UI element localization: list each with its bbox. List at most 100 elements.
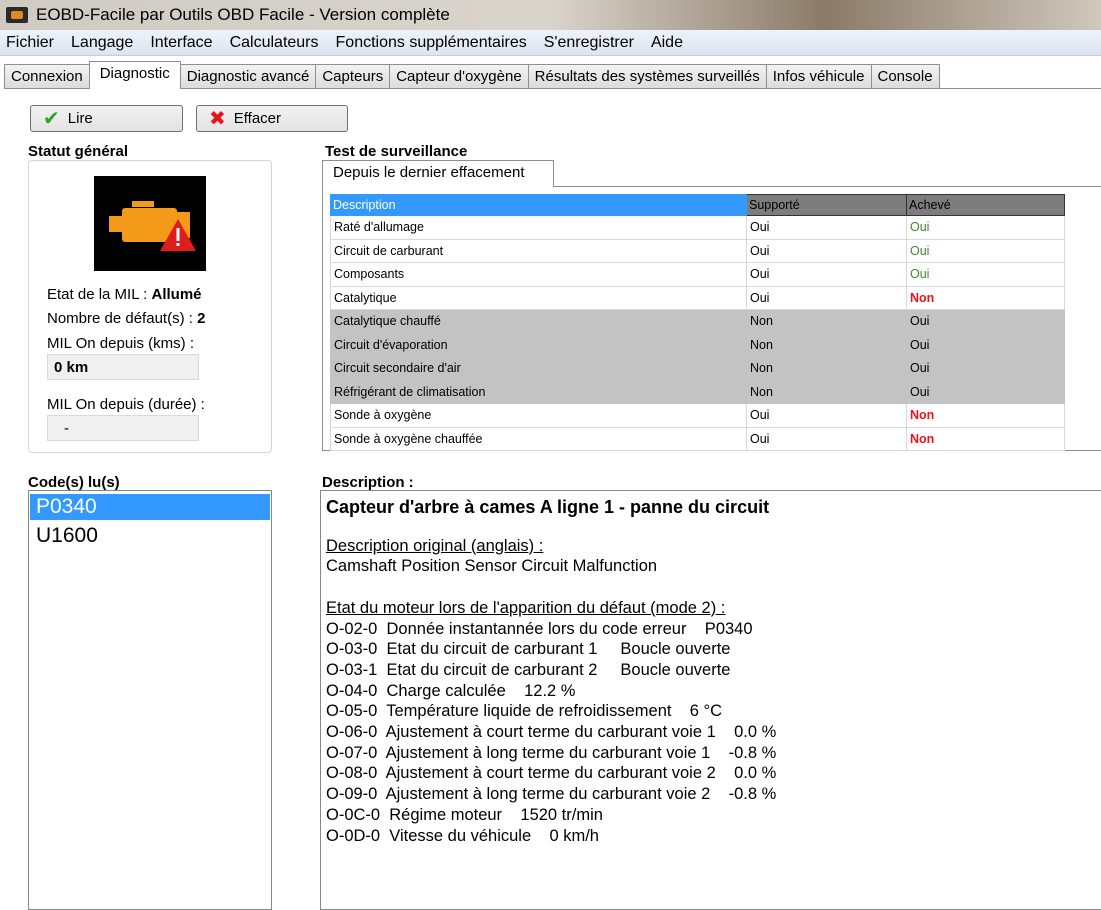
tab-infos-vehicule[interactable]: Infos véhicule bbox=[765, 64, 872, 88]
freeze-frame-line: O-03-0 Etat du circuit de carburant 1 Bo… bbox=[326, 640, 731, 659]
cell-supported: Oui bbox=[746, 285, 907, 310]
window-title: EOBD-Facile par Outils OBD Facile - Vers… bbox=[36, 5, 450, 24]
freeze-frame-line: O-02-0 Donnée instantannée lors du code … bbox=[326, 619, 753, 638]
monitor-table: Description Supporté Achevé Raté d'allum… bbox=[330, 194, 1065, 451]
menu-langage[interactable]: Langage bbox=[71, 34, 133, 52]
check-icon: ✔ bbox=[43, 107, 60, 130]
freeze-frame-list: O-02-0 Donnée instantannée lors du code … bbox=[326, 619, 1101, 847]
codes-list[interactable]: P0340 U1600 bbox=[28, 490, 272, 910]
cell-completed: Non bbox=[906, 403, 1065, 428]
cell-supported: Non bbox=[746, 309, 907, 334]
cell-completed: Oui bbox=[906, 309, 1065, 334]
table-row[interactable]: Sonde à oxygène Oui Non bbox=[330, 403, 1065, 428]
table-row[interactable]: Circuit secondaire d'air Non Oui bbox=[330, 356, 1065, 381]
tab-diagnostic-avance[interactable]: Diagnostic avancé bbox=[179, 64, 317, 88]
mil-km-label: MIL On depuis (kms) : bbox=[47, 335, 194, 352]
menu-aide[interactable]: Aide bbox=[651, 34, 683, 52]
cell-description: Catalytique bbox=[330, 285, 747, 310]
cell-supported: Oui bbox=[746, 238, 907, 263]
clear-button[interactable]: ✖ Effacer bbox=[196, 105, 348, 132]
description-box[interactable]: Capteur d'arbre à cames A ligne 1 - pann… bbox=[320, 490, 1101, 910]
menu-fichier[interactable]: Fichier bbox=[6, 34, 54, 52]
cell-completed: Oui bbox=[906, 379, 1065, 404]
cell-supported: Non bbox=[746, 356, 907, 381]
monitor-heading: Test de surveillance bbox=[325, 143, 468, 160]
title-bar: EOBD-Facile par Outils OBD Facile - Vers… bbox=[0, 0, 1101, 30]
close-icon: ✖ bbox=[209, 107, 226, 130]
tab-diagnostic[interactable]: Diagnostic bbox=[88, 61, 181, 89]
fault-title: Capteur d'arbre à cames A ligne 1 - pann… bbox=[326, 497, 770, 517]
freeze-frame-line: O-09-0 Ajustement à long terme du carbur… bbox=[326, 785, 777, 804]
cell-supported: Non bbox=[746, 332, 907, 357]
freeze-frame-line: O-07-0 Ajustement à long terme du carbur… bbox=[326, 743, 777, 762]
cell-completed: Oui bbox=[906, 215, 1065, 240]
freeze-frame-line: O-05-0 Température liquide de refroidiss… bbox=[326, 702, 723, 721]
cell-supported: Oui bbox=[746, 403, 907, 428]
col-description[interactable]: Description bbox=[330, 194, 747, 216]
tab-since-clear[interactable]: Depuis le dernier effacement bbox=[322, 160, 554, 187]
status-heading: Statut général bbox=[28, 143, 129, 160]
cell-description: Sonde à oxygène bbox=[330, 403, 747, 428]
fault-count: Nombre de défaut(s) : 2 bbox=[47, 310, 206, 327]
cell-description: Circuit de carburant bbox=[330, 238, 747, 263]
freeze-frame-line: O-04-0 Charge calculée 12.2 % bbox=[326, 681, 576, 700]
cell-description: Circuit d'évaporation bbox=[330, 332, 747, 357]
tab-capteur-oxygene[interactable]: Capteur d'oxygène bbox=[389, 64, 529, 88]
tab-resultats[interactable]: Résultats des systèmes surveillés bbox=[527, 64, 767, 88]
tab-console[interactable]: Console bbox=[870, 64, 940, 88]
table-row[interactable]: Réfrigérant de climatisation Non Oui bbox=[330, 379, 1065, 404]
menu-bar: Fichier Langage Interface Calculateurs F… bbox=[0, 30, 1101, 56]
freeze-frame-line: O-0D-0 Vitesse du véhicule 0 km/h bbox=[326, 826, 599, 845]
cell-completed: Non bbox=[906, 426, 1065, 451]
cell-supported: Oui bbox=[746, 426, 907, 451]
table-row[interactable]: Raté d'allumage Oui Oui bbox=[330, 215, 1065, 240]
table-row[interactable]: Circuit de carburant Oui Oui bbox=[330, 238, 1065, 263]
original-desc-text: Camshaft Position Sensor Circuit Malfunc… bbox=[326, 557, 658, 576]
freeze-frame-label: Etat du moteur lors de l'apparition du d… bbox=[326, 598, 726, 617]
menu-enregistrer[interactable]: S'enregistrer bbox=[544, 34, 634, 52]
menu-calculateurs[interactable]: Calculateurs bbox=[230, 34, 319, 52]
code-item[interactable]: P0340 bbox=[30, 494, 270, 520]
table-row[interactable]: Catalytique chauffé Non Oui bbox=[330, 309, 1065, 334]
mil-duration-field: - bbox=[47, 415, 199, 441]
freeze-frame-line: O-06-0 Ajustement à court terme du carbu… bbox=[326, 723, 777, 742]
menu-fonctions[interactable]: Fonctions supplémentaires bbox=[336, 34, 527, 52]
table-row[interactable]: Catalytique Oui Non bbox=[330, 285, 1065, 310]
table-row[interactable]: Circuit d'évaporation Non Oui bbox=[330, 332, 1065, 357]
cell-description: Catalytique chauffé bbox=[330, 309, 747, 334]
original-desc-label: Description original (anglais) : bbox=[326, 536, 544, 555]
cell-description: Raté d'allumage bbox=[330, 215, 747, 240]
freeze-frame-line: O-0C-0 Régime moteur 1520 tr/min bbox=[326, 805, 603, 824]
cell-supported: Oui bbox=[746, 262, 907, 287]
tab-capteurs[interactable]: Capteurs bbox=[315, 64, 391, 88]
cell-completed: Oui bbox=[906, 238, 1065, 263]
mil-state: Etat de la MIL : Allumé bbox=[47, 286, 202, 303]
menu-interface[interactable]: Interface bbox=[150, 34, 212, 52]
engine-warning-icon bbox=[94, 176, 206, 271]
tab-bar: Connexion Diagnostic Diagnostic avancé C… bbox=[4, 61, 940, 89]
read-button[interactable]: ✔ Lire bbox=[30, 105, 183, 132]
code-item[interactable]: U1600 bbox=[30, 523, 270, 549]
table-row[interactable]: Sonde à oxygène chauffée Oui Non bbox=[330, 426, 1065, 451]
freeze-frame-line: O-03-1 Etat du circuit de carburant 2 Bo… bbox=[326, 660, 731, 679]
table-row[interactable]: Composants Oui Oui bbox=[330, 262, 1065, 287]
col-completed[interactable]: Achevé bbox=[906, 194, 1065, 216]
cell-completed: Oui bbox=[906, 356, 1065, 381]
app-logo-icon bbox=[6, 7, 28, 23]
cell-description: Réfrigérant de climatisation bbox=[330, 379, 747, 404]
description-heading: Description : bbox=[322, 474, 414, 491]
codes-heading: Code(s) lu(s) bbox=[28, 474, 120, 491]
mil-km-field: 0 km bbox=[47, 354, 199, 380]
cell-completed: Oui bbox=[906, 332, 1065, 357]
cell-completed: Non bbox=[906, 285, 1065, 310]
freeze-frame-line: O-08-0 Ajustement à court terme du carbu… bbox=[326, 764, 777, 783]
cell-description: Composants bbox=[330, 262, 747, 287]
cell-description: Sonde à oxygène chauffée bbox=[330, 426, 747, 451]
col-supported[interactable]: Supporté bbox=[746, 194, 907, 216]
cell-supported: Non bbox=[746, 379, 907, 404]
cell-supported: Oui bbox=[746, 215, 907, 240]
tab-connexion[interactable]: Connexion bbox=[4, 64, 90, 88]
read-label: Lire bbox=[67, 110, 93, 127]
clear-label: Effacer bbox=[233, 110, 282, 127]
cell-description: Circuit secondaire d'air bbox=[330, 356, 747, 381]
